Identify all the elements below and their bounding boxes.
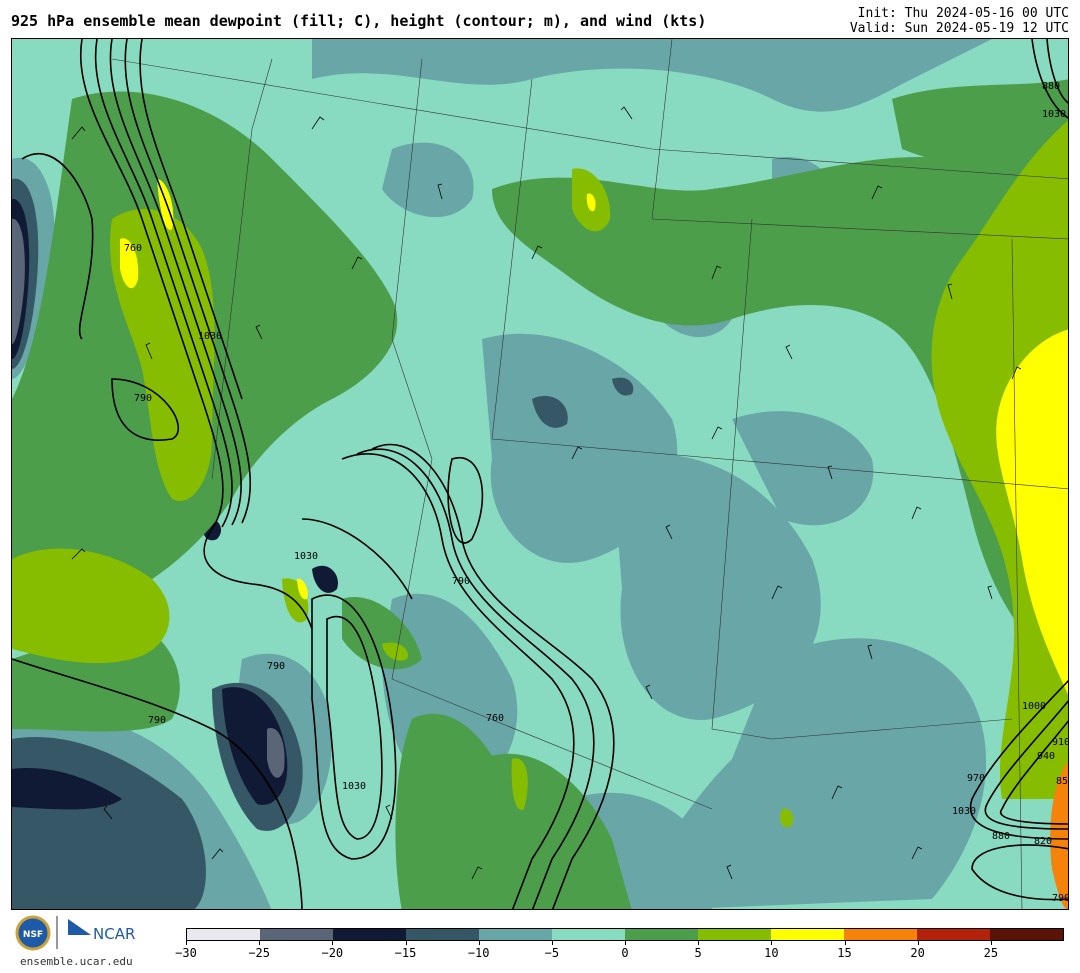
contour-label: 1000 [1022, 701, 1046, 712]
map-canvas: 790 760 1030 790 790 1030 1030 790 760 1… [12, 39, 1069, 909]
colorbar-segment [187, 929, 260, 940]
ncar-logo-icon [68, 919, 91, 935]
contour-label: 850 [1056, 776, 1069, 787]
colorbar-tick-mark [551, 941, 553, 945]
contour-label: 880 [992, 831, 1010, 842]
contour-label: 790 [1052, 893, 1069, 904]
colorbar-tick-mark [698, 941, 700, 945]
colorbar-segment [479, 929, 552, 940]
contour-label: 760 [486, 713, 504, 724]
colorbar-tick-label: −15 [394, 946, 417, 960]
colorbar-tick-label: −25 [248, 946, 270, 960]
colorbar-tick-label: 0 [621, 946, 629, 960]
contour-label: 1030 [952, 806, 976, 817]
contour-label: 820 [1034, 836, 1052, 847]
contour-label: 940 [1037, 751, 1055, 762]
colorbar-tick-mark [259, 941, 261, 945]
colorbar-tick-mark [332, 941, 334, 945]
colorbar-tick-label: −10 [467, 946, 490, 960]
map-title: 925 hPa ensemble mean dewpoint (fill; C)… [11, 12, 707, 30]
contour-label: 760 [124, 243, 142, 254]
colorbar-segment [917, 929, 990, 940]
colorbar-tick-mark [405, 941, 407, 945]
contour-label: 790 [452, 576, 470, 587]
colorbar-tick-label: −5 [544, 946, 560, 960]
colorbar-tick-mark [771, 941, 773, 945]
colorbar-segment [260, 929, 333, 940]
colorbar-tick-label: −20 [321, 946, 344, 960]
colorbar [186, 928, 1064, 941]
contour-label: 1030 [342, 781, 366, 792]
colorbar-tick-label: 15 [837, 946, 852, 960]
colorbar-tick-mark [625, 941, 626, 945]
dewpoint-map: 790 760 1030 790 790 1030 1030 790 760 1… [11, 38, 1069, 910]
colorbar-tick-label: 20 [910, 946, 925, 960]
contour-label: 970 [967, 773, 985, 784]
colorbar-tick-mark [990, 941, 992, 945]
contour-label: 790 [267, 661, 285, 672]
colorbar-tick-label: 10 [764, 946, 779, 960]
contour-label: 1030 [294, 551, 318, 562]
contour-label: 790 [148, 715, 166, 726]
colorbar-tick-mark [186, 941, 187, 945]
contour-label: 790 [134, 393, 152, 404]
nsf-logo-text: NSF [23, 930, 43, 940]
colorbar-segment [771, 929, 844, 940]
colorbar-segment [625, 929, 698, 940]
colorbar-segment [552, 929, 625, 940]
colorbar-tick-mark [844, 941, 846, 945]
colorbar-segment [333, 929, 406, 940]
colorbar-segment [406, 929, 479, 940]
colorbar-tick-mark [917, 941, 919, 945]
ncar-logo-text: NCAR [93, 925, 135, 943]
colorbar-tick-mark [478, 941, 480, 945]
colorbar-segment [844, 929, 917, 940]
colorbar-tick-label: 5 [694, 946, 702, 960]
colorbar-tick-label: −30 [175, 946, 197, 960]
contour-label: 910 [1052, 737, 1069, 748]
colorbar-tick-label: 25 [983, 946, 999, 960]
colorbar-segment [698, 929, 771, 940]
contour-label: 1030 [1042, 109, 1066, 120]
valid-time: Valid: Sun 2024-05-19 12 UTC [849, 21, 1069, 36]
contour-label: 1030 [198, 331, 222, 342]
colorbar-segment [990, 929, 1063, 940]
contour-label: 880 [1042, 81, 1060, 92]
site-url: ensemble.ucar.edu [20, 955, 133, 968]
init-time: Init: Thu 2024-05-16 00 UTC [857, 6, 1069, 21]
